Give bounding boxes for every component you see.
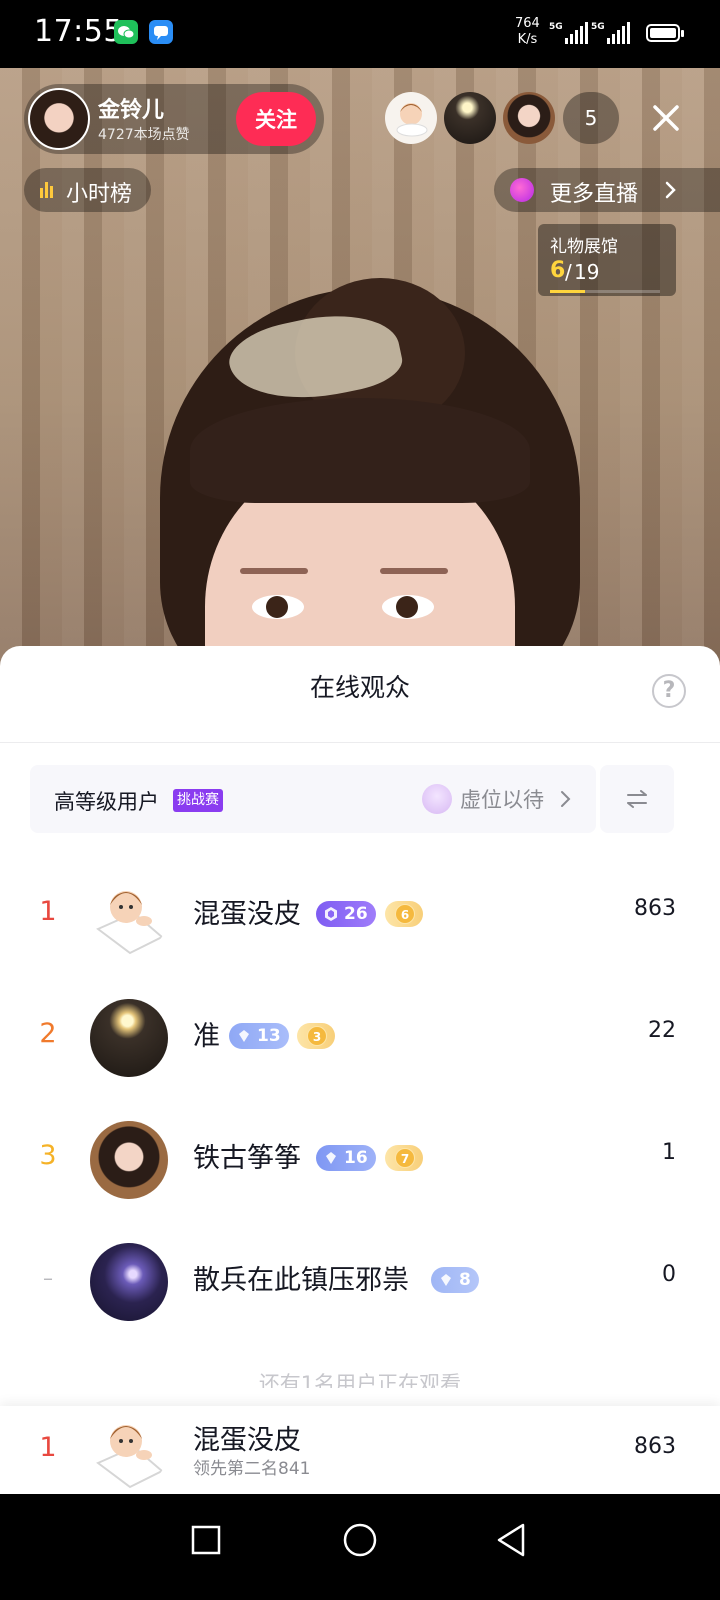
gift-gallery-total: 19 bbox=[574, 260, 600, 284]
my-rank-number: 1 bbox=[39, 1432, 57, 1463]
swap-icon bbox=[627, 790, 647, 808]
rank-number: 2 bbox=[39, 1018, 57, 1049]
high-level-label: 高等级用户 bbox=[54, 790, 159, 814]
top-viewer-avatar[interactable] bbox=[385, 92, 437, 144]
message-icon bbox=[149, 20, 173, 44]
rank-number: 1 bbox=[39, 896, 57, 927]
audience-row[interactable]: 2 准 13 3 22 bbox=[0, 990, 720, 1086]
live-video[interactable] bbox=[0, 68, 720, 668]
battery-icon bbox=[646, 24, 684, 42]
close-button[interactable] bbox=[644, 96, 688, 140]
top-viewer-avatar[interactable] bbox=[503, 92, 555, 144]
gem-icon bbox=[441, 1274, 451, 1286]
net-speed: 764 K/s bbox=[515, 16, 540, 47]
gift-gallery[interactable]: 礼物展馆 6 / 19 bbox=[538, 224, 676, 296]
level-badge: 16 bbox=[316, 1145, 376, 1171]
fan-badge: 7 bbox=[385, 1145, 423, 1171]
my-lead-text: 领先第二名841 bbox=[193, 1459, 311, 1479]
more-viewers-text: 还有1名用户正在观看 bbox=[258, 1372, 462, 1388]
panel-title: 在线观众 bbox=[309, 673, 410, 702]
help-icon[interactable]: ? bbox=[652, 674, 686, 708]
audience-row[interactable]: – 散兵在此镇压邪祟 8 0 bbox=[0, 1234, 720, 1330]
hourly-rank-button[interactable]: 小时榜 bbox=[24, 168, 151, 212]
user-avatar bbox=[90, 1243, 168, 1321]
vacancy-status: 虚位以待 bbox=[460, 788, 544, 812]
fan-badge: 3 bbox=[297, 1023, 335, 1049]
wechat-icon bbox=[114, 20, 138, 44]
viewer-count[interactable]: 5 bbox=[563, 92, 619, 144]
fan-badge: 6 bbox=[385, 901, 423, 927]
contribution-score: 1 bbox=[662, 1140, 676, 1165]
home-icon[interactable] bbox=[342, 1522, 378, 1558]
anchor-likes: 4727本场点赞 bbox=[98, 127, 190, 143]
level-badge: 8 bbox=[431, 1267, 479, 1293]
planet-icon bbox=[510, 178, 534, 202]
anchor-avatar[interactable] bbox=[28, 88, 90, 150]
user-name: 散兵在此镇压邪祟 bbox=[193, 1265, 409, 1296]
my-rank-bar[interactable]: 1 混蛋没皮 领先第二名841 863 bbox=[0, 1406, 720, 1494]
placeholder-avatar bbox=[422, 784, 452, 814]
anchor-name[interactable]: 金铃儿 bbox=[98, 92, 164, 124]
signal-icon: 5G bbox=[549, 22, 588, 44]
high-level-users-banner[interactable]: 高等级用户 挑战赛 虚位以待 bbox=[30, 765, 596, 833]
status-bar: 17:55 764 K/s 5G 5G bbox=[0, 0, 720, 68]
gem-icon bbox=[325, 907, 337, 921]
back-icon[interactable] bbox=[494, 1522, 528, 1558]
rank-number: 3 bbox=[39, 1140, 57, 1171]
online-audience-panel: 在线观众 ? 高等级用户 挑战赛 虚位以待 1 混蛋没皮 26 6 863 2 … bbox=[0, 646, 720, 1494]
user-name: 铁古筝筝 bbox=[193, 1143, 301, 1174]
level-badge: 26 bbox=[316, 901, 376, 927]
level-badge: 13 bbox=[229, 1023, 289, 1049]
rank-number: – bbox=[43, 1266, 53, 1290]
close-icon bbox=[653, 105, 679, 131]
my-name: 混蛋没皮 bbox=[193, 1425, 301, 1456]
switch-button[interactable] bbox=[600, 765, 674, 833]
recents-icon[interactable] bbox=[190, 1524, 222, 1556]
follow-button[interactable]: 关注 bbox=[236, 92, 316, 146]
user-name: 准 bbox=[193, 1021, 220, 1052]
top-viewer-avatar[interactable] bbox=[444, 92, 496, 144]
my-score: 863 bbox=[634, 1434, 676, 1459]
navigation-bar bbox=[0, 1494, 720, 1600]
user-avatar bbox=[90, 877, 168, 955]
chevron-right-icon bbox=[561, 791, 571, 807]
chevron-right-icon bbox=[665, 181, 676, 199]
signal-icon-2: 5G bbox=[591, 22, 630, 44]
user-avatar bbox=[90, 1121, 168, 1199]
contribution-score: 22 bbox=[648, 1018, 676, 1043]
my-avatar bbox=[90, 1411, 168, 1489]
audience-row[interactable]: 1 混蛋没皮 26 6 863 bbox=[0, 868, 720, 964]
gift-gallery-title: 礼物展馆 bbox=[550, 237, 618, 257]
challenge-badge: 挑战赛 bbox=[173, 789, 223, 812]
contribution-score: 0 bbox=[662, 1262, 676, 1287]
more-live-button[interactable]: 更多直播 bbox=[494, 168, 720, 212]
user-avatar bbox=[90, 999, 168, 1077]
gift-gallery-progress bbox=[550, 290, 660, 293]
bar-chart-icon bbox=[40, 182, 53, 198]
status-time: 17:55 bbox=[34, 14, 123, 49]
gift-gallery-collected: 6 bbox=[550, 258, 566, 283]
gem-icon bbox=[239, 1030, 249, 1042]
user-name: 混蛋没皮 bbox=[193, 899, 301, 930]
contribution-score: 863 bbox=[634, 896, 676, 921]
audience-row[interactable]: 3 铁古筝筝 16 7 1 bbox=[0, 1112, 720, 1208]
gem-icon bbox=[326, 1152, 336, 1164]
